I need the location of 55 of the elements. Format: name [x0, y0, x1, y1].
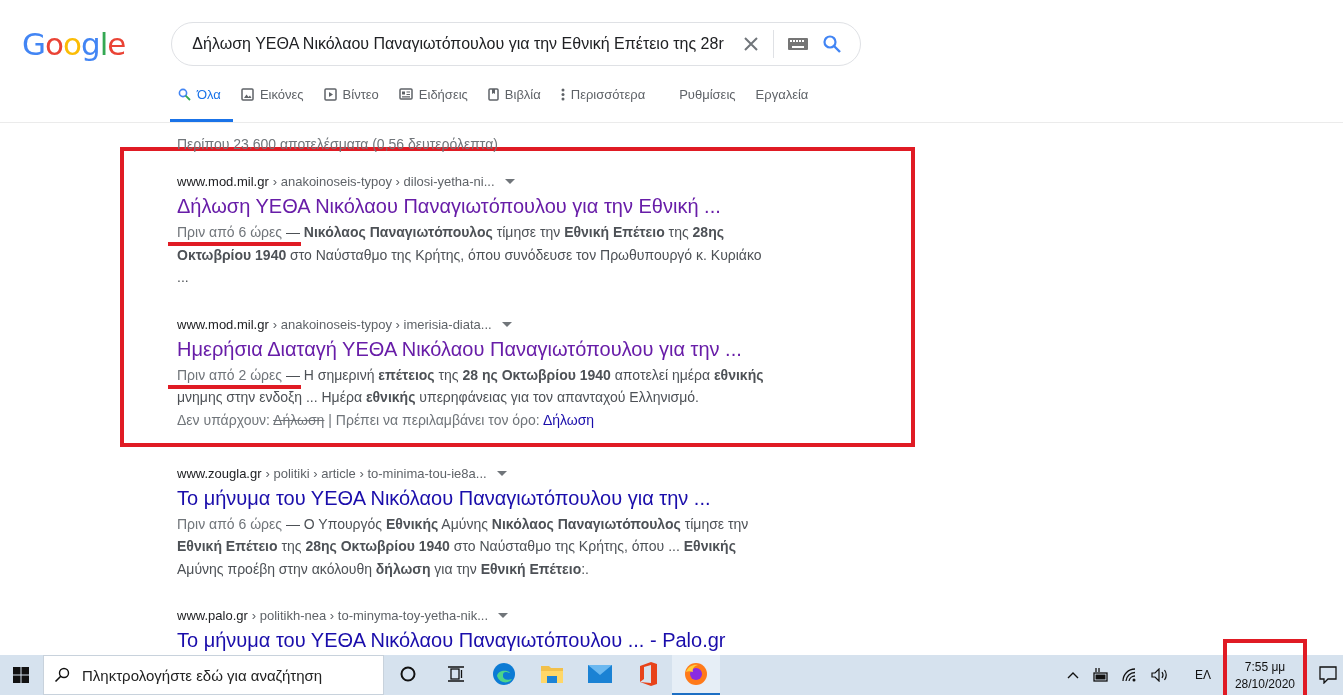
circle-icon [400, 666, 416, 682]
dropdown-icon[interactable] [504, 179, 515, 185]
result-snippet: Πριν από 2 ώρες — Η σημερινή επέτειος της 28 ης Οκτωβρίου 1940 αποτελεί ημέρα εθνικής μνημης στην ενδοξη ... Ημέρα εθνικής υπερηφάνειας για τον απανταχού Ελληνισμό. [177, 365, 765, 407]
search-icon[interactable] [822, 34, 843, 54]
nav-tab[interactable]: Ρυθμίσεις [671, 69, 748, 122]
keyboard-icon[interactable] [788, 38, 809, 50]
image-icon [240, 87, 254, 101]
dropdown-icon[interactable] [501, 321, 512, 328]
firefox-icon [684, 662, 708, 686]
result-breadcrumb: › politiki › article › to-minima-tou-ie8a... [265, 464, 487, 483]
result-url: www.mod.mil.gr [177, 173, 269, 191]
nav-tab[interactable]: Εργαλεία [747, 69, 821, 122]
nav-tab[interactable]: Βιβλία [479, 69, 553, 122]
dropdown-icon[interactable] [498, 613, 509, 619]
nav-tab[interactable]: Εικόνες [232, 69, 316, 122]
notification-icon[interactable] [1319, 666, 1337, 684]
result-breadcrumb: › politikh-nea › to-minyma-toy-yetha-nik... [251, 607, 489, 625]
nav-tab[interactable]: Όλα [170, 69, 233, 122]
envelope-icon [588, 665, 612, 683]
result-url: www.mod.mil.gr [177, 315, 269, 334]
result-title[interactable]: Το μήνυμα του ΥΕΘΑ Νικόλαου Παναγιωτόπουλου για την ... [177, 484, 915, 511]
more-icon [560, 87, 565, 101]
office-icon [638, 662, 658, 686]
google-logo[interactable]: Google [22, 28, 126, 60]
result-breadcrumb: › anakoinoseis-typoy › imerisia-diata... [272, 315, 492, 334]
nav-tab[interactable]: Ειδήσεις [390, 69, 480, 122]
dropdown-icon[interactable] [496, 470, 507, 477]
result-title[interactable]: Το μήνυμα του ΥΕΘΑ Νικόλαου Παναγιωτόπουλου ... - Palo.gr [177, 627, 915, 653]
task-view-icon [447, 666, 465, 682]
missing-terms-line: Δεν υπάρχουν: Δήλωση | Πρέπει να περιλαμβάνει τον όρο: Δήλωση [177, 410, 596, 430]
close-icon[interactable] [743, 36, 760, 52]
include-term-link[interactable]: Δήλωση [542, 411, 595, 428]
result-snippet: Πριν από 6 ώρες — Νικόλαος Παναγιωτόπουλος τίμησε την Εθνική Επέτειο της 28ης Οκτωβρίου 1940 στο Ναύσταθμο της Κρήτης, όπου συνόδευσε τον Πρωθυπουργό κ. Κυριάκο ... [177, 223, 763, 287]
newspaper-icon [398, 88, 413, 100]
clock[interactable]: 7:55 μμ 28/10/2020 [1222, 639, 1307, 695]
search-icon [178, 87, 191, 101]
folder-icon [540, 663, 564, 685]
battery-icon[interactable] [1090, 668, 1109, 682]
nav-tab[interactable]: Περισσότερα [552, 69, 658, 122]
result-url: www.zougla.gr [177, 464, 262, 483]
taskbar-search-field[interactable]: Πληκτρολογήστε εδώ για αναζήτηση [43, 655, 384, 695]
book-icon [487, 87, 499, 101]
chevron-up-icon[interactable] [1066, 671, 1079, 679]
result-title[interactable]: Δήλωση ΥΕΘΑ Νικόλαου Παναγιωτόπουλου για την Εθνική ... [177, 193, 911, 219]
result-title[interactable]: Ημερήσια Διαταγή ΥΕΘΑ Νικόλαου Παναγιωτόπουλου για την ... [177, 335, 911, 362]
search-icon [54, 667, 70, 683]
result-url: www.palo.gr [177, 607, 248, 625]
result-snippet: Πριν από 6 ώρες — Ο Υπουργός Εθνικής Αμύνης Νικόλαος Παναγιωτόπουλος τίμησε την Εθνική Επέτειο της 28ης Οκτωβρίου 1940 στο Ναύσταθμο της Κρήτης, όπου ... Εθνικής Αμύνης προέβη στην ακόλουθη δήλωση για την Εθνική Επέτειο:. [177, 514, 750, 579]
language-indicator[interactable]: ΕΛ [1194, 668, 1211, 682]
play-icon [323, 87, 337, 101]
browser-icon [492, 662, 516, 686]
result-breadcrumb: › anakoinoseis-typoy › dilosi-yetha-ni... [272, 173, 495, 191]
nav-tab[interactable]: Βίντεο [315, 69, 391, 122]
speaker-icon[interactable] [1150, 668, 1169, 682]
windows-start-icon[interactable] [13, 667, 29, 683]
